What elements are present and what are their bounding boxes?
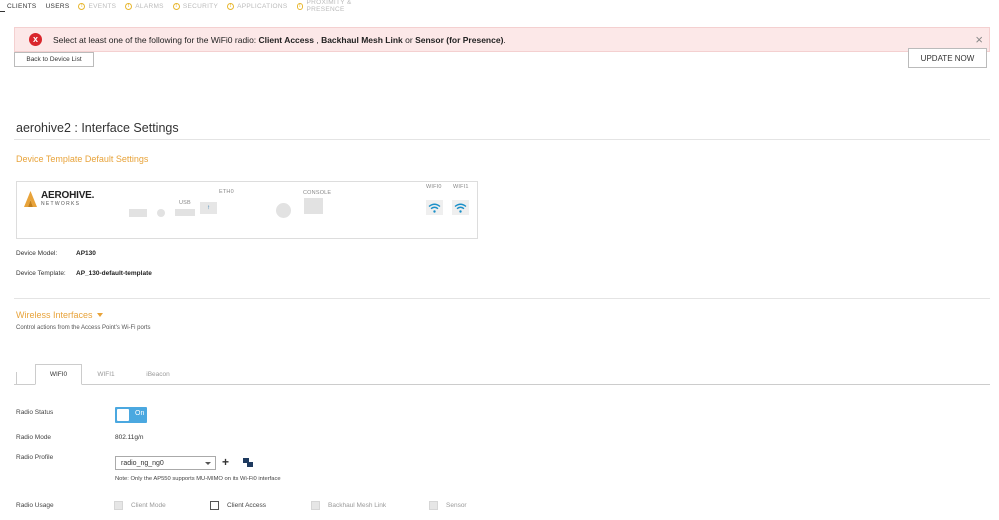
title-divider (14, 139, 990, 140)
wifi1-label: WIFI1 (453, 184, 469, 190)
usage-client-access[interactable]: Client Access (210, 501, 266, 510)
device-model-label: Device Model: (16, 250, 58, 257)
page-title: aerohive2 : Interface Settings (16, 121, 179, 135)
logo-subtext: NETWORKS (41, 201, 81, 207)
device-model-value: AP130 (76, 250, 96, 257)
warning-icon: ! (227, 2, 235, 10)
tab-wifi0[interactable]: WIFI0 (35, 364, 82, 385)
warning-icon: ! (172, 2, 180, 10)
warning-icon: ! (125, 2, 133, 10)
nav-tab-proximity[interactable]: ! PROXIMITY & PRESENCE (296, 0, 391, 13)
device-template-label: Device Template: (16, 270, 66, 277)
nav-tab-label: EVENTS (88, 2, 117, 10)
sensor-checkbox[interactable] (429, 501, 438, 510)
usage-backhaul-mesh-link[interactable]: Backhaul Mesh Link (311, 501, 386, 510)
wireless-interfaces-toggle[interactable]: Wireless Interfaces (16, 310, 103, 320)
radio-status-toggle[interactable]: On (115, 407, 147, 423)
eth0-label: ETH0 (219, 189, 234, 195)
reset-button (157, 209, 165, 217)
device-diagram: AEROHIVE. NETWORKS USB ETH0 CONSOLE WIFI… (16, 181, 478, 239)
alert-option-backhaul: Backhaul Mesh Link (321, 34, 403, 45)
aerohive-logo: AEROHIVE. NETWORKS (23, 190, 94, 208)
wireless-interfaces-subtitle: Control actions from the Access Point's … (16, 325, 151, 331)
back-to-device-list-button[interactable]: Back to Device List (14, 52, 94, 67)
wifi1-port (452, 200, 469, 215)
backhaul-mesh-link-label: Backhaul Mesh Link (328, 502, 387, 509)
alert-text: Select at least one of the following for… (53, 34, 259, 45)
alert-separator: or (402, 34, 416, 45)
toggle-knob (117, 409, 129, 421)
section-divider (14, 298, 990, 299)
wifi-icon (454, 203, 467, 213)
nav-tab-label: APPLICATIONS (237, 2, 288, 10)
nav-tab-users[interactable]: USERS (46, 3, 70, 10)
close-icon[interactable]: × (975, 33, 983, 46)
backhaul-mesh-link-checkbox[interactable] (311, 501, 320, 510)
nav-tab-label: CLIENTS (7, 2, 37, 10)
alert-suffix: . (503, 34, 506, 45)
template-section-title: Device Template Default Settings (16, 154, 149, 164)
usage-client-mode[interactable]: Client Mode (114, 501, 166, 510)
wifi0-label: WIFI0 (426, 184, 442, 190)
warning-icon: ! (78, 2, 86, 10)
alert-separator: , (313, 34, 322, 45)
usage-sensor[interactable]: Sensor (429, 501, 467, 510)
usb-label: USB (179, 200, 191, 206)
nav-tab-label: PROXIMITY & PRESENCE (306, 0, 352, 13)
eth0-port: ↑ (200, 202, 217, 214)
wifi0-port (426, 200, 443, 215)
radio-status-label: Radio Status (16, 409, 54, 416)
warning-icon: ! (296, 2, 304, 10)
nav-tab-clients[interactable]: CLIENTS (7, 3, 37, 10)
radio-mode-label: Radio Mode (16, 434, 52, 441)
nav-tab-label: USERS (45, 2, 70, 10)
eth0-port-icon: ↑ (207, 205, 210, 211)
tab-ibeacon[interactable]: iBeacon (143, 364, 173, 385)
client-mode-label: Client Mode (131, 502, 166, 509)
wifi-icon (428, 203, 441, 213)
sensor-label: Sensor (446, 502, 467, 509)
nav-tab-alarms[interactable]: ! ALARMS (125, 2, 164, 10)
client-access-checkbox[interactable] (210, 501, 219, 510)
console-port (304, 198, 323, 214)
radio-profile-label: Radio Profile (16, 454, 54, 461)
wireless-interfaces-title: Wireless Interfaces (16, 310, 93, 320)
tab-wifi1[interactable]: WIFI1 (92, 364, 120, 385)
port-indicator (276, 203, 291, 218)
radio-profile-select[interactable]: radio_ng_ng0 (115, 456, 216, 470)
mu-mimo-note: Note: Only the AP550 supports MU-MIMO on… (115, 476, 281, 482)
usb-port (175, 209, 195, 216)
radio-usage-label: Radio Usage (16, 502, 54, 509)
power-port (129, 209, 147, 217)
toggle-state-text: On (135, 410, 145, 417)
nav-tab-security[interactable]: ! SECURITY (172, 2, 219, 10)
nav-tab-label: SECURITY (182, 2, 219, 10)
radio-mode-value: 802.11g/n (115, 434, 144, 441)
copy-profile-icon[interactable] (243, 458, 253, 467)
tab-bar-edge (16, 372, 17, 384)
nav-tab-events[interactable]: ! EVENTS (78, 2, 117, 10)
radio-profile-value: radio_ng_ng0 (121, 459, 164, 467)
alert-option-client-access: Client Access (258, 34, 314, 45)
logo-text: AEROHIVE. (41, 190, 95, 201)
active-tab-indicator (0, 11, 5, 12)
nav-tab-label: ALARMS (135, 2, 164, 10)
device-template-value: AP_130-default-template (76, 270, 152, 277)
add-profile-icon[interactable]: + (222, 455, 229, 469)
caret-down-icon (96, 313, 103, 317)
error-icon: x (29, 33, 42, 46)
client-mode-checkbox[interactable] (114, 501, 123, 510)
client-access-label: Client Access (227, 502, 267, 509)
chevron-down-icon (205, 462, 211, 465)
nav-tab-applications[interactable]: ! APPLICATIONS (227, 2, 288, 10)
aerohive-logo-icon (24, 191, 37, 207)
update-now-button[interactable]: UPDATE NOW (908, 48, 987, 68)
alert-message: Select at least one of the following for… (53, 35, 506, 45)
console-label: CONSOLE (303, 190, 332, 196)
alert-option-sensor: Sensor (for Presence) (415, 34, 504, 45)
error-alert: x Select at least one of the following f… (14, 27, 990, 52)
top-nav: CLIENTS USERS ! EVENTS ! ALARMS ! SECURITY … (0, 0, 400, 13)
